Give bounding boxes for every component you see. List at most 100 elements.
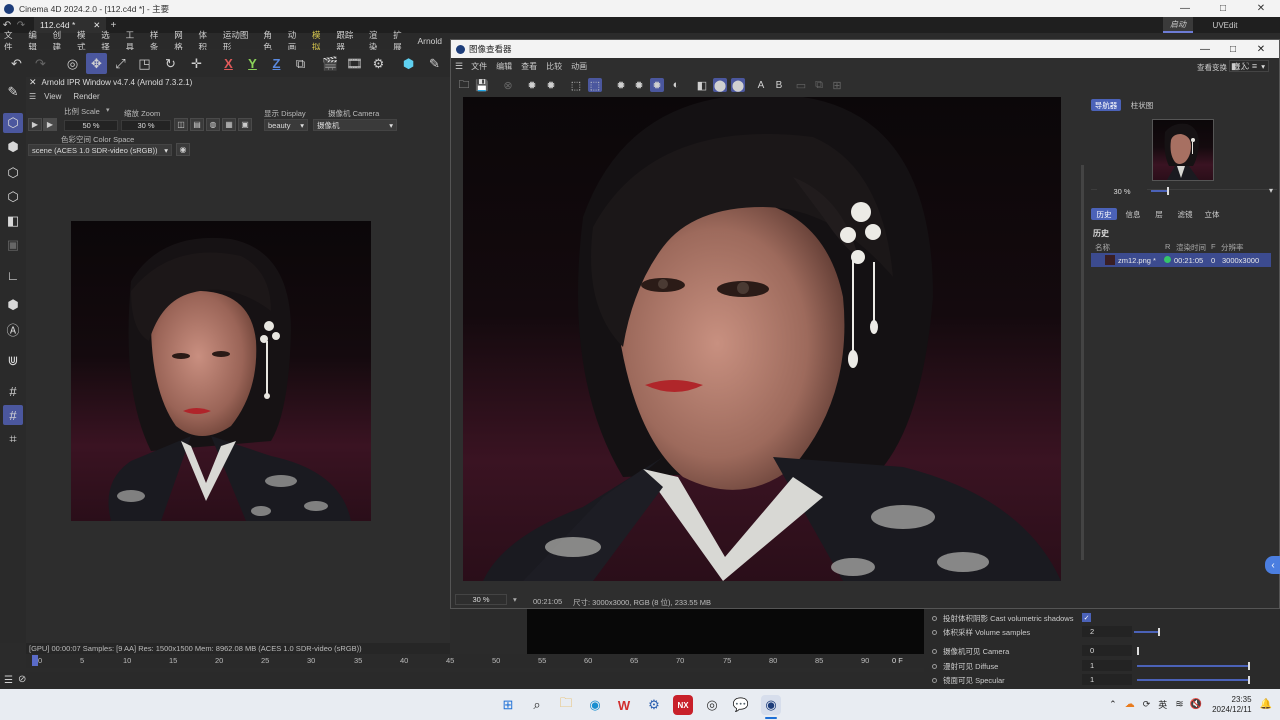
menu-icon[interactable]: ☰: [4, 675, 13, 686]
clock[interactable]: 23:35 2024/12/11: [1212, 695, 1251, 715]
tray-sync-icon[interactable]: ⟳: [1143, 699, 1151, 710]
open-folder-icon[interactable]: 🗀: [457, 78, 471, 92]
ab-split-icon[interactable]: ⬤: [713, 78, 727, 92]
specular-visibility-field[interactable]: 1: [1082, 674, 1132, 685]
x-axis-lock[interactable]: X: [218, 53, 239, 74]
rotate-tool-icon[interactable]: ↻: [160, 53, 181, 74]
region-select-icon[interactable]: ⬚: [588, 78, 602, 92]
render-view-icon[interactable]: 🎬: [320, 53, 341, 74]
settings-gear-icon[interactable]: ⚙: [644, 695, 664, 715]
save-icon[interactable]: 💾: [475, 78, 489, 92]
scale-box-icon[interactable]: ◳: [134, 53, 155, 74]
scale-dropdown-icon[interactable]: ▾: [106, 106, 110, 114]
hamburger-icon[interactable]: ☰: [29, 92, 36, 101]
document-tab-close-icon[interactable]: ✕: [93, 20, 100, 31]
fullscreen-icon[interactable]: ⛶: [1243, 61, 1249, 72]
y-axis-lock[interactable]: Y: [242, 53, 263, 74]
viewer-menu-animate[interactable]: 动画: [571, 61, 587, 72]
keyframe-dot-icon[interactable]: [932, 615, 937, 621]
ipr-close-icon[interactable]: ✕: [29, 77, 37, 88]
timeline-ruler[interactable]: 0 5 10 15 20 25 30 35 40 45 50 55 60 65 …: [26, 654, 924, 668]
ipr-render-image[interactable]: [71, 221, 371, 521]
windows-start-icon[interactable]: ⊞: [498, 695, 518, 715]
viewer-menu-compare[interactable]: 比较: [546, 61, 562, 72]
ab-swap-icon[interactable]: ⬤: [731, 78, 745, 92]
navigator-zoom-slider-fill[interactable]: [1151, 190, 1167, 192]
file-explorer-icon[interactable]: 🗀: [556, 695, 576, 715]
undo-icon[interactable]: ↶: [6, 53, 27, 74]
grid-icon[interactable]: ▦: [222, 118, 236, 131]
z-axis-lock[interactable]: Z: [266, 53, 287, 74]
redo-icon[interactable]: ↷: [30, 53, 51, 74]
nx-app-icon[interactable]: NX: [673, 695, 693, 715]
cube-object-icon[interactable]: ⬢: [398, 53, 419, 74]
tab-filter[interactable]: 滤镜: [1173, 208, 1197, 220]
stereo-swap-icon[interactable]: ⧉: [812, 78, 826, 92]
cinema4d-taskbar-icon[interactable]: ◉: [761, 695, 781, 715]
viewer-close-button[interactable]: ✕: [1247, 40, 1275, 58]
live-selection-icon[interactable]: ◎: [62, 53, 83, 74]
history-row[interactable]: zm12.png * 00:21:05 0 3000x3000: [1091, 253, 1271, 267]
tab-info[interactable]: 信息: [1121, 208, 1145, 220]
region-icon[interactable]: ▤: [190, 118, 204, 131]
specular-slider[interactable]: [1137, 679, 1249, 681]
viewer-render-image[interactable]: [463, 97, 1061, 581]
input-method-label[interactable]: 英: [1158, 698, 1167, 711]
keyframe-dot-icon[interactable]: [932, 663, 937, 669]
volume-samples-slider[interactable]: [1134, 631, 1158, 633]
keyframe-dot-icon[interactable]: [932, 677, 937, 683]
volume-samples-field[interactable]: 2: [1082, 626, 1132, 637]
tab-stereo[interactable]: 立体: [1200, 208, 1224, 220]
tab-navigator[interactable]: 导航器: [1091, 99, 1121, 111]
render-settings-icon[interactable]: ⚙: [368, 53, 389, 74]
filter-gear-icon[interactable]: ✹: [614, 78, 628, 92]
layout-toggle-icon[interactable]: ◧: [1231, 61, 1240, 72]
diffuse-visibility-field[interactable]: 1: [1082, 660, 1132, 671]
slider-thumb[interactable]: [1248, 676, 1250, 684]
region-render-icon[interactable]: ⬚: [569, 78, 583, 92]
stereo-merge-icon[interactable]: ⊞: [830, 78, 844, 92]
ipr-menu-view[interactable]: View: [44, 92, 61, 101]
tab-history[interactable]: 历史: [1091, 208, 1117, 220]
compare-a-button[interactable]: A: [754, 78, 768, 92]
zoom-dropdown-icon[interactable]: ▾: [513, 595, 517, 604]
contrast-icon[interactable]: ◐: [669, 78, 683, 92]
capture-app-icon[interactable]: ◎: [702, 695, 722, 715]
camera-snapshot-icon[interactable]: ◉: [176, 143, 190, 156]
axis-mode-icon[interactable]: ∟: [3, 265, 23, 285]
navigator-thumbnail[interactable]: [1152, 119, 1214, 181]
check-circle-icon[interactable]: ⊘: [18, 674, 26, 685]
edges-mode-icon[interactable]: ⬡: [3, 163, 23, 183]
coordinate-system-icon[interactable]: ⧉: [290, 53, 311, 74]
tab-histogram[interactable]: 柱状图: [1127, 99, 1157, 111]
render-all-gear-icon[interactable]: ✹: [544, 78, 558, 92]
edge-browser-icon[interactable]: ◉: [585, 695, 605, 715]
layout-tab-uvedit[interactable]: UVEdit: [1205, 17, 1245, 33]
camera-visibility-field[interactable]: 0: [1082, 645, 1132, 656]
cast-shadows-checkbox[interactable]: ✓: [1082, 613, 1091, 622]
zoom-field[interactable]: 30 %: [121, 120, 171, 131]
wps-icon[interactable]: W: [614, 695, 634, 715]
workplane-icon[interactable]: #: [3, 381, 23, 401]
tray-app-icon[interactable]: ☁: [1125, 699, 1135, 710]
scale-field[interactable]: 50 %: [64, 120, 118, 131]
points-mode-icon[interactable]: ⬢: [3, 137, 23, 157]
panel-menu-icon[interactable]: ≡: [1252, 61, 1257, 72]
viewer-hamburger-icon[interactable]: ☰: [455, 61, 463, 72]
camera-dropdown[interactable]: 摄像机 ▾: [313, 119, 397, 131]
menu-arnold[interactable]: Arnold: [417, 36, 442, 46]
navigator-zoom-field[interactable]: 30 %: [1097, 186, 1147, 197]
wifi-icon[interactable]: ≋: [1175, 699, 1183, 710]
layout-tab-startup[interactable]: 启动: [1163, 17, 1193, 33]
collapse-panel-icon[interactable]: ‹: [1265, 556, 1280, 574]
snap-icon[interactable]: ⋓: [3, 351, 23, 371]
slider-thumb[interactable]: [1158, 628, 1160, 636]
viewer-scrollbar[interactable]: [1081, 165, 1084, 560]
ipr-start-icon[interactable]: ▶: [43, 118, 57, 131]
notification-bell-icon[interactable]: 🔔: [1260, 699, 1272, 710]
slider-thumb[interactable]: [1248, 662, 1250, 670]
viewer-maximize-button[interactable]: □: [1219, 40, 1247, 58]
pen-tool-icon[interactable]: ✎: [424, 53, 445, 74]
object-mode-icon[interactable]: ⬡: [3, 113, 23, 133]
viewer-minimize-button[interactable]: —: [1191, 40, 1219, 58]
